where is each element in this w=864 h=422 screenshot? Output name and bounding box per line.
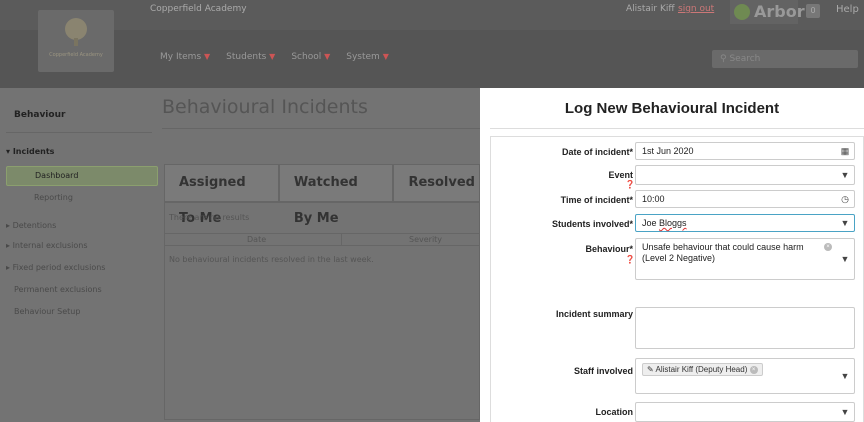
location-label: Location — [595, 407, 634, 417]
tab-bar: Assigned To Me Watched By Me Resolved — [164, 164, 480, 226]
sidebar-item-reporting[interactable]: Reporting — [34, 190, 73, 206]
help-link[interactable]: Help — [836, 4, 859, 15]
search-input[interactable]: ⚲ Search — [712, 50, 858, 68]
remove-chip-icon[interactable]: × — [749, 365, 758, 374]
sidebar-item-permanent-exclusions[interactable]: Permanent exclusions — [14, 282, 102, 298]
arbor-brand[interactable]: Arbor — [730, 0, 805, 24]
column-date[interactable]: Date — [247, 234, 266, 245]
sidebar-item-internal-exclusions[interactable]: ▸ Internal exclusions — [6, 238, 88, 254]
students-input[interactable]: Joe Bloggs ▼ — [635, 214, 855, 232]
staff-chip: ✎ Alistair Kiff (Deputy Head) × — [642, 363, 763, 376]
tab-watched-by-me[interactable]: Watched By Me — [278, 164, 394, 226]
staff-select[interactable]: ✎ Alistair Kiff (Deputy Head) × ▼ — [635, 358, 855, 394]
chevron-down-icon: ▼ — [204, 52, 211, 61]
calendar-icon[interactable]: ▦ — [836, 143, 854, 159]
main-nav: My Items ▼ Students ▼ School ▼ System ▼ — [160, 52, 389, 62]
arbor-brand-text: Arbor — [754, 2, 805, 21]
help-icon[interactable]: ❓ — [625, 255, 635, 264]
notifications-badge[interactable]: 0 — [806, 4, 820, 18]
no-results-text: There are no results — [169, 213, 250, 222]
misspelled-word: Bloggs — [659, 218, 687, 228]
summary-textarea[interactable] — [635, 307, 855, 349]
sign-out-link[interactable]: sign out — [678, 4, 714, 14]
dropdown-arrow-icon[interactable]: ▼ — [836, 359, 854, 393]
tree-icon — [65, 18, 87, 40]
results-panel: There are no results Date Severity No be… — [164, 202, 481, 420]
clear-icon[interactable]: × — [824, 243, 832, 251]
table-header: Date Severity — [165, 233, 481, 246]
user-name: Alistair Kiff — [626, 4, 675, 14]
behaviour-select[interactable]: Unsafe behaviour that could cause harm (L… — [635, 238, 855, 280]
empty-message: No behavioural incidents resolved in the… — [169, 255, 374, 264]
log-incident-modal: Log New Behavioural Incident Date of inc… — [480, 88, 864, 422]
arbor-logo-icon — [734, 4, 750, 20]
column-severity[interactable]: Severity — [409, 234, 442, 245]
page-title: Behavioural Incidents — [162, 96, 368, 118]
triangle-right-icon: ▸ — [6, 221, 11, 230]
sidebar-item-fixed-period-exclusions[interactable]: ▸ Fixed period exclusions — [6, 260, 105, 276]
sidebar-item-incidents[interactable]: ▾ Incidents — [6, 144, 54, 160]
search-icon: ⚲ — [720, 54, 727, 64]
tab-assigned-to-me[interactable]: Assigned To Me — [164, 164, 279, 226]
behaviour-label: Behaviour* — [585, 244, 633, 254]
students-label: Students involved* — [551, 219, 633, 229]
nav-system[interactable]: System ▼ — [346, 52, 389, 62]
date-label: Date of incident* — [561, 147, 633, 157]
sidebar: Behaviour ▾ Incidents Dashboard Reportin… — [0, 88, 158, 422]
sidebar-item-dashboard[interactable]: Dashboard — [6, 166, 158, 186]
help-icon[interactable]: ❓ — [625, 180, 635, 189]
triangle-right-icon: ▸ — [6, 241, 11, 250]
sidebar-item-detentions[interactable]: ▸ Detentions — [6, 218, 56, 234]
top-bar: Copperfield Academy Copperfield Academy … — [0, 0, 864, 88]
event-select[interactable]: ▼ — [635, 165, 855, 185]
incident-form: Date of incident* 1st Jun 2020 ▦ Event ❓… — [490, 136, 864, 422]
time-field[interactable]: 10:00 ◷ — [635, 190, 855, 208]
summary-label: Incident summary — [555, 309, 633, 319]
logo-text: Copperfield Academy — [49, 52, 103, 58]
school-logo[interactable]: Copperfield Academy — [38, 10, 114, 72]
tab-resolved[interactable]: Resolved — [393, 164, 480, 202]
date-field[interactable]: 1st Jun 2020 ▦ — [635, 142, 855, 160]
divider — [490, 128, 864, 129]
dropdown-arrow-icon[interactable]: ▼ — [836, 239, 854, 279]
clock-icon[interactable]: ◷ — [836, 191, 854, 207]
divider — [162, 128, 480, 129]
chevron-down-icon: ▼ — [382, 52, 389, 61]
triangle-right-icon: ▸ — [6, 263, 11, 272]
sidebar-item-behaviour-setup[interactable]: Behaviour Setup — [14, 304, 80, 320]
pin-icon: ✎ — [647, 365, 654, 374]
sidebar-title: Behaviour — [14, 110, 66, 120]
main-content: Behavioural Incidents Assigned To Me Wat… — [158, 88, 481, 422]
nav-students[interactable]: Students ▼ — [226, 52, 275, 62]
divider — [6, 132, 152, 133]
chevron-down-icon: ▼ — [324, 52, 331, 61]
school-name: Copperfield Academy — [150, 4, 247, 14]
staff-label: Staff involved — [573, 366, 633, 376]
dropdown-arrow-icon[interactable]: ▼ — [836, 215, 854, 231]
modal-title: Log New Behavioural Incident — [564, 100, 780, 117]
nav-school[interactable]: School ▼ — [291, 52, 330, 62]
location-select[interactable]: ▼ — [635, 402, 855, 422]
event-label: Event — [608, 170, 633, 180]
chevron-down-icon: ▼ — [269, 52, 276, 61]
time-label: Time of incident* — [560, 195, 633, 205]
nav-my-items[interactable]: My Items ▼ — [160, 52, 210, 62]
dropdown-arrow-icon[interactable]: ▼ — [836, 166, 854, 184]
triangle-down-icon: ▾ — [6, 147, 11, 156]
dropdown-arrow-icon[interactable]: ▼ — [836, 403, 854, 421]
